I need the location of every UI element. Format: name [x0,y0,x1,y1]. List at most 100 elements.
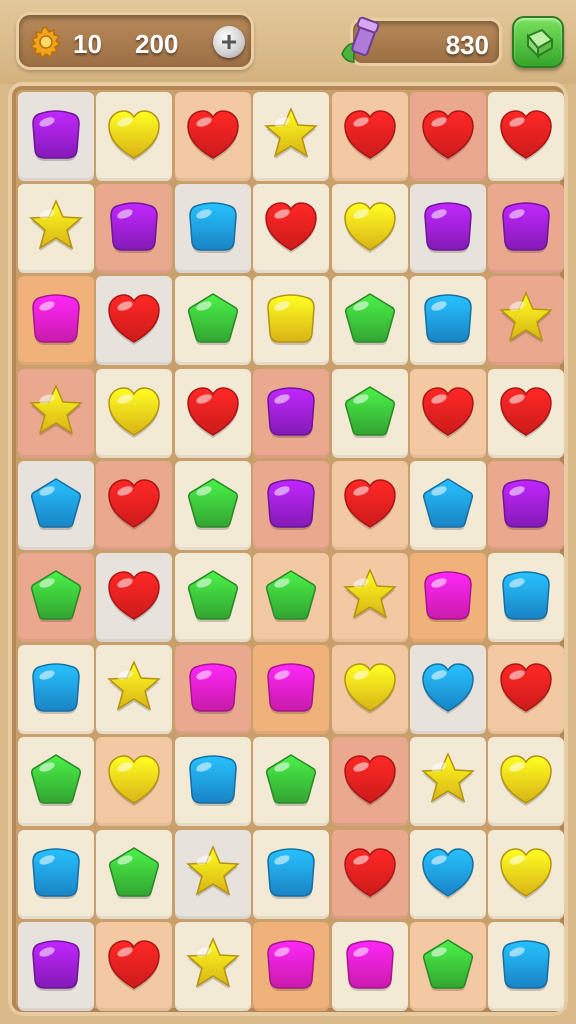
board-cell-r8-c4[interactable] [253,737,330,827]
board-cell-r1-c3[interactable] [174,92,251,181]
board-cell-r8-c3[interactable] [174,737,251,827]
shop-button[interactable] [512,16,564,68]
board-cell-r5-c7[interactable] [488,460,565,550]
board-cell-r5-c2[interactable] [96,460,173,550]
board-cell-r7-c2[interactable] [96,645,173,735]
coin-count: 200 [135,29,179,59]
red-heart-candy-icon [343,479,396,530]
board-cell-r5-c4[interactable] [253,460,330,550]
board-cell-r8-c1[interactable] [18,737,94,827]
board-cell-r1-c7[interactable] [488,92,565,181]
board-cell-r1-c1[interactable] [18,92,94,181]
board-cell-r10-c3[interactable] [174,921,251,1011]
board-cell-r5-c6[interactable] [410,460,486,550]
yellow-star-candy-icon [264,107,319,159]
board-cell-r5-c3[interactable] [174,460,251,550]
board-cell-r7-c4[interactable] [253,645,330,735]
board-cell-r3-c6[interactable] [410,276,486,366]
yellow-star-candy-icon [107,660,162,713]
board-cell-r7-c7[interactable] [488,645,565,735]
board-cell-r1-c5[interactable] [331,92,408,181]
green-pentagon-candy-icon [422,938,474,991]
board-cell-r2-c4[interactable] [253,184,330,274]
board-cell-r2-c2[interactable] [96,184,173,274]
green-pentagon-candy-icon [344,385,395,438]
red-heart-candy-icon [343,847,396,899]
board-cell-r2-c6[interactable] [410,184,486,274]
board-cell-r6-c4[interactable] [253,553,330,642]
yellow-star-candy-icon [499,291,554,344]
board-cell-r7-c6[interactable] [410,645,486,735]
board-cell-r8-c6[interactable] [410,737,486,827]
board-cell-r2-c1[interactable] [18,184,94,274]
board-cell-r7-c1[interactable] [18,645,94,735]
board-cell-r4-c5[interactable] [331,368,408,458]
board-cell-r6-c6[interactable] [410,553,486,642]
board-cell-r10-c1[interactable] [18,921,94,1011]
green-pentagon-candy-icon [187,293,238,346]
yellow-star-candy-icon [421,752,475,805]
board-cell-r8-c2[interactable] [96,737,173,827]
magenta-square-candy-icon [267,940,315,991]
yellow-square-candy-icon [267,294,315,346]
board-cell-r9-c5[interactable] [331,829,408,919]
board-cell-r6-c2[interactable] [96,553,173,642]
board-cell-r4-c6[interactable] [410,368,486,458]
board-cell-r7-c3[interactable] [174,645,251,735]
board-cell-r4-c1[interactable] [18,368,94,458]
board-cell-r10-c5[interactable] [331,921,408,1011]
board-cell-r3-c3[interactable] [174,276,251,366]
blue-square-candy-icon [502,940,551,991]
board-cell-r9-c4[interactable] [253,829,330,919]
board-cell-r10-c4[interactable] [253,921,330,1011]
board-cell-r6-c1[interactable] [18,553,94,642]
blue-pentagon-candy-icon [30,477,82,530]
board-cell-r4-c7[interactable] [488,368,565,458]
hammer-icon[interactable] [338,14,384,68]
yellow-heart-candy-icon [108,110,161,161]
board-cell-r9-c1[interactable] [18,829,94,919]
currency-panel: 10 200 + [16,12,254,70]
board-cell-r7-c5[interactable] [331,645,408,735]
board-cell-r1-c4[interactable] [253,92,330,181]
board-cell-r6-c3[interactable] [174,553,251,642]
board-cell-r1-c6[interactable] [410,92,486,181]
red-heart-candy-icon [187,110,239,161]
board-cell-r5-c5[interactable] [331,460,408,550]
green-pentagon-candy-icon [109,846,160,899]
board-cell-r6-c7[interactable] [488,553,565,642]
board-cell-r9-c7[interactable] [488,829,565,919]
green-pentagon-candy-icon [266,570,317,622]
green-pentagon-candy-icon [266,754,317,807]
board-cell-r9-c6[interactable] [410,829,486,919]
purple-square-candy-icon [267,479,315,530]
board-cell-r9-c3[interactable] [174,829,251,919]
board-cell-r9-c2[interactable] [96,829,173,919]
yellow-heart-candy-icon [500,847,553,899]
board-cell-r10-c7[interactable] [488,921,565,1011]
board-cell-r10-c6[interactable] [410,921,486,1011]
game-board [18,92,568,1014]
board-cell-r4-c4[interactable] [253,368,330,458]
board-cell-r4-c2[interactable] [96,368,173,458]
board-cell-r3-c2[interactable] [96,276,173,366]
green-pentagon-candy-icon [187,477,238,530]
red-heart-candy-icon [187,386,239,438]
board-cell-r6-c5[interactable] [331,553,408,642]
board-cell-r10-c2[interactable] [96,921,173,1011]
add-coins-button[interactable]: + [213,26,245,58]
board-cell-r1-c2[interactable] [96,92,173,181]
board-cell-r3-c4[interactable] [253,276,330,366]
board-cell-r3-c1[interactable] [18,276,94,366]
board-cell-r3-c5[interactable] [331,276,408,366]
board-cell-r5-c1[interactable] [18,460,94,550]
board-cell-r2-c5[interactable] [331,184,408,274]
board-cell-r8-c5[interactable] [331,737,408,827]
board-cell-r4-c3[interactable] [174,368,251,458]
board-cell-r2-c3[interactable] [174,184,251,274]
board-cell-r8-c7[interactable] [488,737,565,827]
board-cell-r2-c7[interactable] [488,184,565,274]
blue-square-candy-icon [502,571,551,622]
yellow-heart-candy-icon [343,663,396,715]
board-cell-r3-c7[interactable] [488,276,565,366]
